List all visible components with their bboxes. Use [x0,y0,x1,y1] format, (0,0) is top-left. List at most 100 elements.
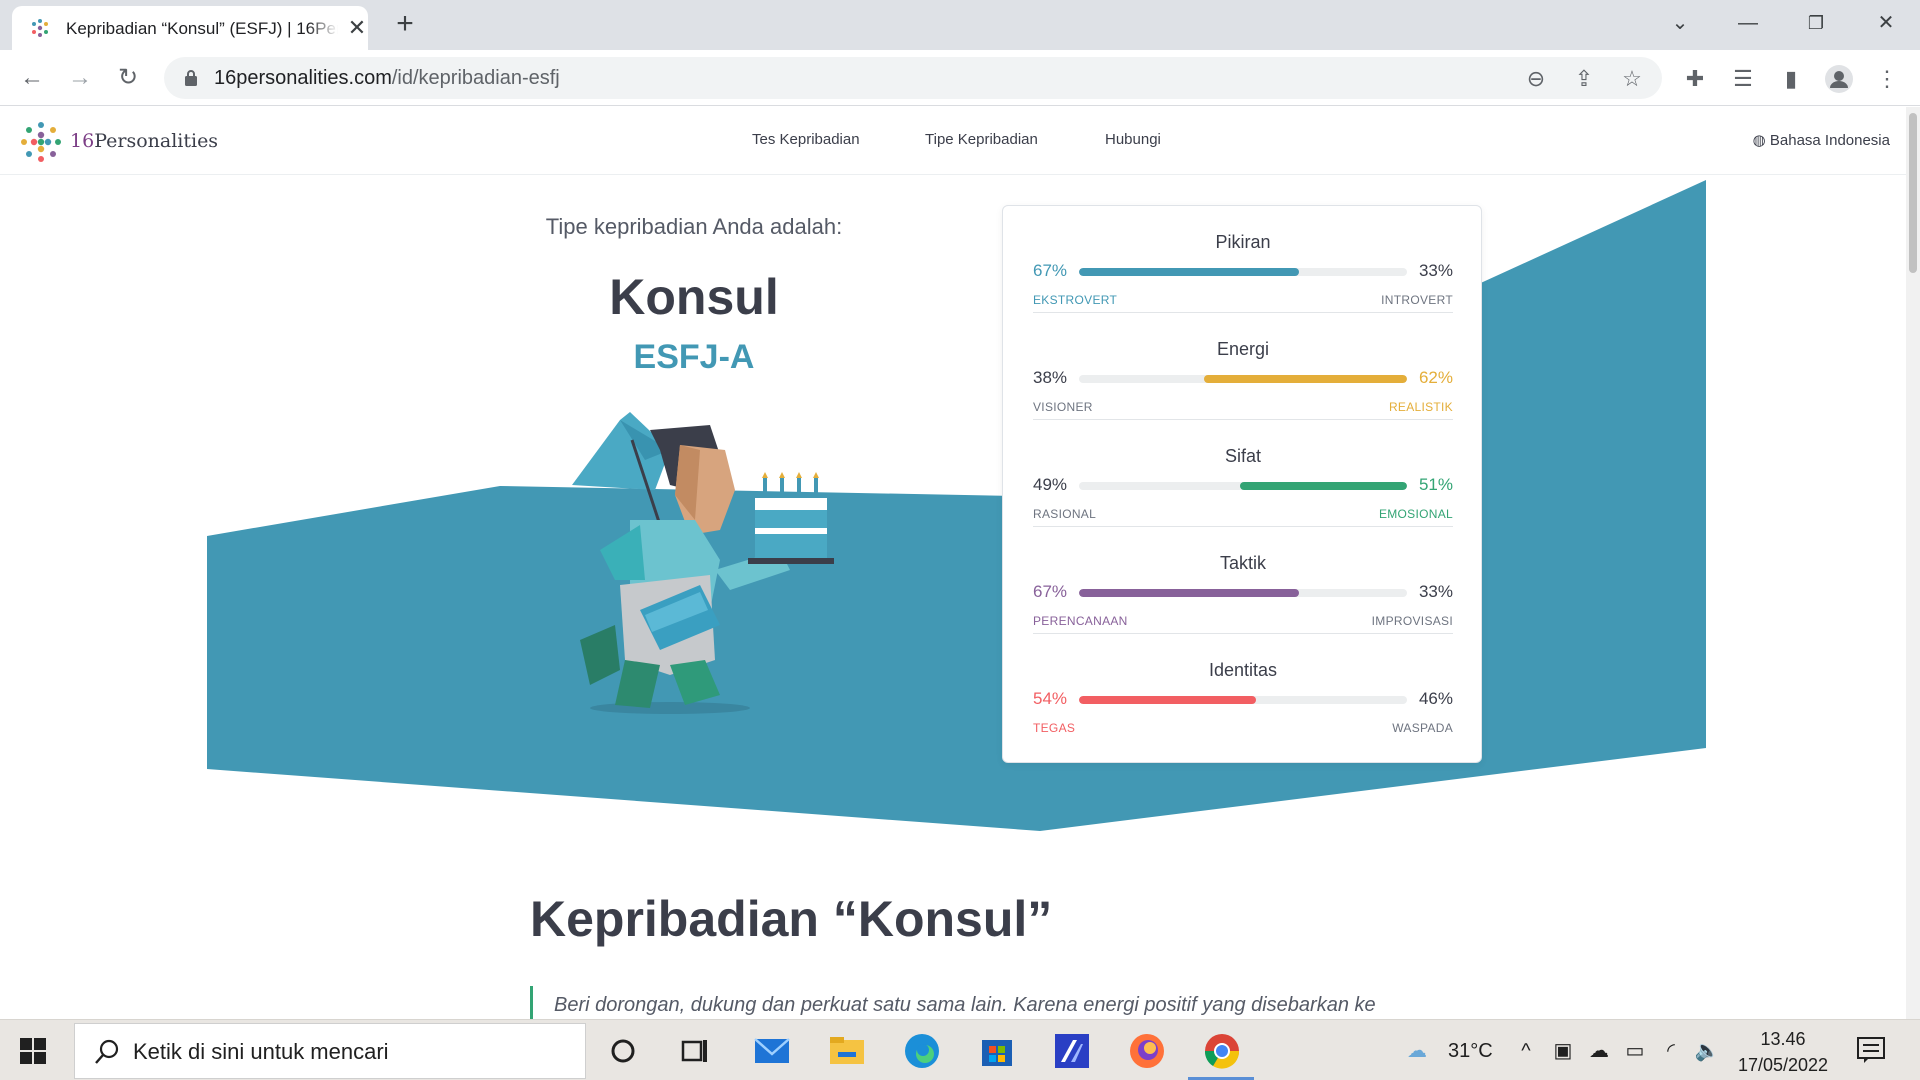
minimize-window-icon[interactable]: — [1728,8,1768,38]
close-window-icon[interactable]: ✕ [1866,8,1906,38]
firefox-icon[interactable] [1124,1028,1170,1074]
lock-icon [185,70,197,86]
tab-search-chevron-icon[interactable]: ⌄ [1660,8,1700,38]
close-tab-icon[interactable]: ✕ [344,15,370,41]
trait-bar [1079,268,1407,276]
trait-left-percent: 54% [1033,689,1068,708]
trait-row-identitas: Identitas 54% 46% TEGAS WASPADA [1033,634,1453,741]
url-text: 16personalities.com/id/kepribadian-esfj [214,67,560,89]
taskbar-search-input[interactable]: Ketik di sini untuk mencari [74,1023,586,1079]
language-selector[interactable]: ◍ Bahasa Indonesia [1753,131,1890,149]
trait-left-percent: 49% [1033,475,1068,494]
trait-bar [1079,482,1407,490]
trait-bar [1079,375,1407,383]
browser-tab-strip: Kepribadian “Konsul” (ESFJ) | 16Personal… [0,0,1920,50]
file-explorer-icon[interactable] [824,1028,870,1074]
personality-intro-text: Tipe kepribadian Anda adalah: [545,214,843,239]
zoom-out-icon[interactable]: ⊖ [1522,65,1550,93]
quote-accent-bar [530,986,533,1020]
trait-bar-fill [1079,268,1299,276]
trait-left-label: VISIONER [1033,400,1093,414]
reload-icon[interactable]: ↻ [110,60,146,96]
tray-chevron-up-icon[interactable]: ^ [1513,1038,1539,1064]
windows-start-icon[interactable] [20,1038,46,1064]
trait-right-percent: 62% [1418,368,1453,387]
clock-time: 13.46 [1760,1029,1806,1049]
trait-right-label: INTROVERT [1381,293,1453,307]
search-icon [95,1039,119,1064]
page-scrollbar[interactable] [1906,107,1920,1019]
trait-row-pikiran: Pikiran 67% 33% EKSTROVERT INTROVERT [1033,206,1453,313]
personality-name: Konsul [609,269,779,325]
weather-temperature[interactable]: 31°C [1448,1040,1493,1063]
trait-right-percent: 33% [1418,582,1453,601]
profile-avatar-icon[interactable] [1824,64,1854,94]
volume-icon[interactable]: 🔈 [1694,1038,1720,1064]
site-header: 16Personalities Tes Kepribadian Tipe Kep… [0,107,1906,175]
notification-center-icon[interactable] [1856,1036,1886,1064]
reading-list-icon[interactable]: ☰ [1728,64,1758,94]
share-icon[interactable]: ⇪ [1570,65,1598,93]
onedrive-error-icon[interactable]: ☁ [1586,1038,1612,1064]
meet-now-icon[interactable]: ▣ [1550,1038,1576,1064]
trait-right-label: IMPROVISASI [1371,614,1453,628]
trait-bar-fill [1079,589,1299,597]
restore-window-icon[interactable]: ❐ [1796,8,1836,38]
side-panel-icon[interactable]: ▮ [1776,64,1806,94]
logo-dots-icon [21,122,61,162]
trait-left-percent: 67% [1033,261,1068,280]
logo-wordmark: 16Personalities [70,130,219,152]
trait-title: Identitas [1208,660,1278,680]
browser-tab[interactable]: Kepribadian “Konsul” (ESFJ) | 16Personal… [12,6,368,50]
trait-row-taktik: Taktik 67% 33% PERENCANAAN IMPROVISASI [1033,527,1453,634]
tab-title: Kepribadian “Konsul” (ESFJ) | 16Personal… [66,19,338,39]
trait-left-label: RASIONAL [1033,507,1097,521]
trait-title: Taktik [1219,553,1266,573]
edge-browser-icon[interactable] [899,1028,945,1074]
app-a-icon[interactable] [1049,1028,1095,1074]
search-placeholder: Ketik di sini untuk mencari [133,1039,389,1064]
weather-icon[interactable]: ☁ [1404,1038,1430,1064]
trait-bar-fill [1204,375,1407,383]
clock-date: 17/05/2022 [1737,1055,1829,1075]
trait-row-energi: Energi 38% 62% VISIONER REALISTIK [1033,313,1453,420]
microsoft-store-icon[interactable] [974,1028,1020,1074]
extensions-puzzle-icon[interactable]: ✚ [1680,64,1710,94]
back-arrow-icon[interactable]: ← [14,60,50,96]
trait-title: Pikiran [1215,232,1271,252]
trait-bar [1079,589,1407,597]
trait-right-percent: 46% [1418,689,1453,708]
windows-taskbar: Ketik di sini untuk mencari ☁ 31°C ^ ▣ ☁… [0,1019,1920,1080]
battery-icon[interactable]: ▭ [1622,1038,1648,1064]
nav-hubungi[interactable]: Hubungi [1105,131,1161,148]
forward-arrow-icon[interactable]: → [62,60,98,96]
address-bar[interactable]: 16personalities.com/id/kepribadian-esfj … [164,57,1662,99]
cortana-icon[interactable] [600,1028,646,1074]
scrollbar-thumb[interactable] [1909,113,1917,273]
system-clock[interactable]: 13.46 17/05/2022 [1720,1026,1846,1078]
site-logo[interactable]: 16Personalities [20,121,220,162]
mail-icon[interactable] [749,1028,795,1074]
wifi-icon[interactable]: ◜ [1658,1038,1684,1064]
trait-left-label: EKSTROVERT [1033,293,1118,307]
bookmark-star-icon[interactable]: ☆ [1618,65,1646,93]
task-view-icon[interactable] [672,1028,718,1074]
trait-bar-fill [1240,482,1407,490]
nav-tipe-kepribadian[interactable]: Tipe Kepribadian [925,131,1038,148]
trait-left-label: TEGAS [1033,721,1076,735]
section-title: Kepribadian “Konsul” [530,891,1053,947]
trait-right-label: WASPADA [1392,721,1453,735]
trait-scores-card: Pikiran 67% 33% EKSTROVERT INTROVERT Ene… [1002,205,1482,763]
trait-row-sifat: Sifat 49% 51% RASIONAL EMOSIONAL [1033,420,1453,527]
trait-right-percent: 33% [1418,261,1453,280]
site-favicon-icon [32,19,48,37]
browser-menu-icon[interactable]: ⋮ [1872,64,1902,94]
chrome-icon[interactable] [1199,1028,1245,1074]
personality-code: ESFJ-A [633,338,755,376]
nav-tes-kepribadian[interactable]: Tes Kepribadian [752,131,860,148]
consul-character-illustration [572,412,834,714]
intro-quote: Beri dorongan, dukung dan perkuat satu s… [554,994,1376,1016]
trait-left-label: PERENCANAAN [1033,614,1128,628]
new-tab-button[interactable]: + [390,9,420,40]
trait-bar-fill [1079,696,1256,704]
